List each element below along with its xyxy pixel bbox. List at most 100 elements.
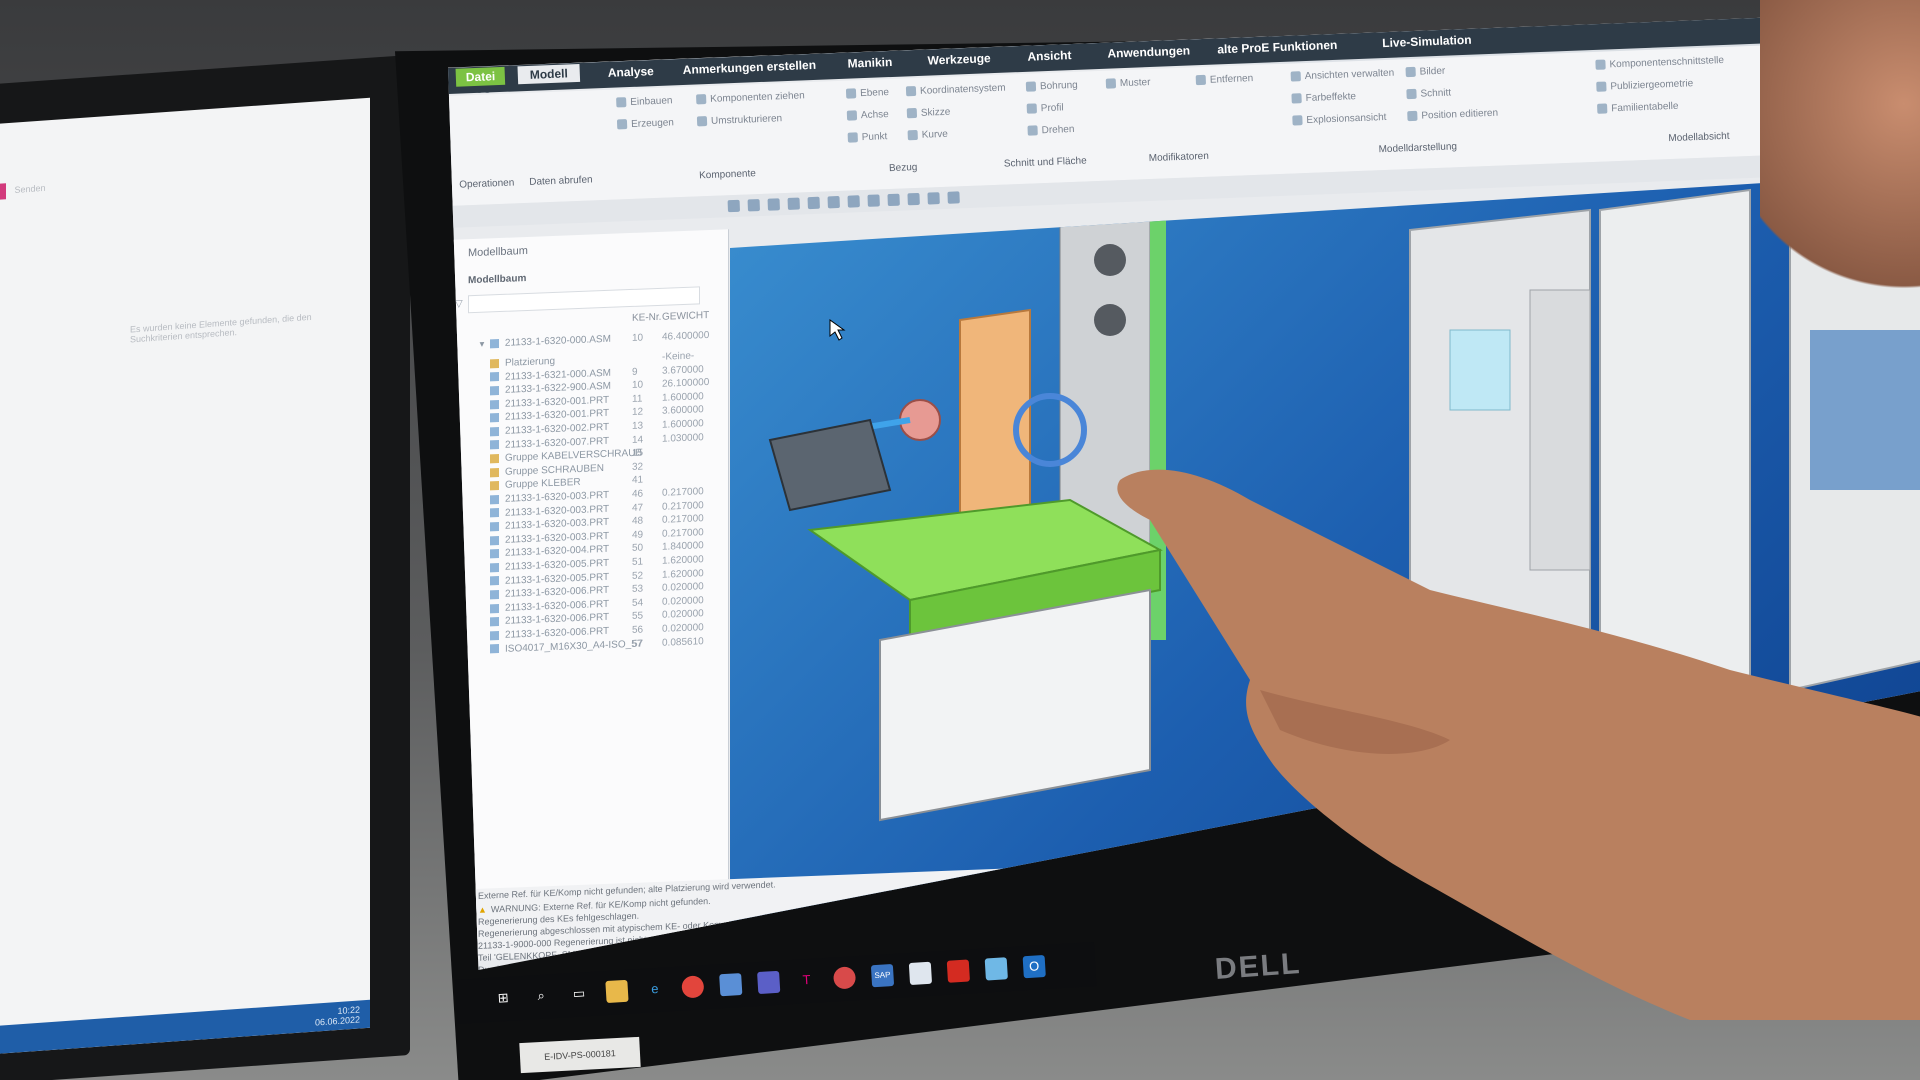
search-icon[interactable]: ⌕ bbox=[529, 984, 552, 1007]
tree-row[interactable]: 21133-1-6320-003.PRT bbox=[490, 517, 609, 533]
drehen-button[interactable]: Drehen bbox=[1027, 124, 1075, 137]
punkt-button[interactable]: Punkt bbox=[847, 131, 888, 144]
explode-view-icon bbox=[1292, 115, 1303, 126]
muster-button[interactable]: Muster bbox=[1105, 77, 1151, 90]
position-editieren-button[interactable]: Position editieren bbox=[1407, 108, 1498, 122]
tree-row[interactable]: 21133-1-6320-005.PRT bbox=[490, 571, 609, 587]
tree-row[interactable]: 21133-1-6320-006.PRT bbox=[490, 585, 609, 601]
group-bezug[interactable]: Bezug bbox=[889, 162, 918, 174]
bilder-button[interactable]: Bilder bbox=[1405, 66, 1445, 79]
tree-row[interactable]: ISO4017_M16X30_A4-ISO_57 bbox=[490, 638, 642, 655]
kurve-button[interactable]: Kurve bbox=[907, 128, 949, 142]
tree-row-label: Platzierung bbox=[505, 355, 556, 369]
tree-row[interactable]: 21133-1-6320-003.PRT bbox=[490, 503, 609, 519]
windows-start-icon[interactable]: ⊞ bbox=[492, 987, 515, 1010]
publiziergeometrie-label: Publiziergeometrie bbox=[1610, 78, 1694, 93]
umstrukturieren-button[interactable]: Umstrukturieren bbox=[696, 113, 782, 127]
tree-row[interactable]: 21133-1-6320-003.PRT bbox=[490, 531, 609, 547]
kurve-label: Kurve bbox=[921, 128, 949, 141]
familientabelle-button[interactable]: Familientabelle bbox=[1597, 101, 1679, 115]
tree-row-label: 21133-1-6320-001.PRT bbox=[505, 394, 610, 410]
tree-row[interactable]: 21133-1-6320-002.PRT bbox=[490, 422, 609, 438]
schnitt-button[interactable]: Schnitt bbox=[1406, 87, 1451, 100]
tree-row-label: 21133-1-6320-006.PRT bbox=[505, 584, 610, 600]
tree-row[interactable]: 21133-1-6320-006.PRT bbox=[490, 599, 609, 615]
part-icon bbox=[490, 549, 499, 559]
tab-live-simulation[interactable]: Live-Simulation bbox=[1382, 33, 1472, 50]
chrome-icon[interactable] bbox=[681, 975, 705, 999]
group-modelldarstellung[interactable]: Modelldarstellung bbox=[1378, 141, 1457, 155]
group-operationen[interactable]: Operationen bbox=[459, 177, 514, 190]
tab-anmerkungen[interactable]: Anmerkungen erstellen bbox=[682, 58, 816, 77]
model-tree-tab[interactable]: Modellbaum bbox=[468, 245, 528, 259]
part-icon bbox=[490, 630, 499, 641]
tree-root[interactable]: ▼ 21133-1-6320-000.ASM bbox=[478, 334, 611, 350]
koordinatensystem-button[interactable]: Koordinatensystem bbox=[905, 83, 1006, 98]
komponentenschnittstelle-button[interactable]: Komponentenschnittstelle bbox=[1595, 55, 1724, 71]
erzeugen-button[interactable]: Erzeugen bbox=[616, 117, 674, 130]
entfernen-button[interactable]: Entfernen bbox=[1195, 73, 1253, 86]
familientabelle-label: Familientabelle bbox=[1611, 100, 1679, 115]
column-gewicht[interactable]: GEWICHT bbox=[662, 310, 709, 323]
tab-datei[interactable]: Datei bbox=[455, 66, 506, 87]
tree-row[interactable]: 21133-1-6320-006.PRT bbox=[490, 626, 609, 642]
tree-row-kenr: 51 bbox=[632, 556, 644, 568]
group-daten-abrufen[interactable]: Daten abrufen bbox=[529, 174, 593, 187]
tree-row[interactable]: Gruppe SCHRAUBEN bbox=[490, 463, 604, 478]
group-komponente[interactable]: Komponente bbox=[699, 168, 756, 181]
einbauen-button[interactable]: Einbauen bbox=[616, 95, 673, 108]
ebene-button[interactable]: Ebene bbox=[845, 87, 889, 100]
ansichten-verwalten-button[interactable]: Ansichten verwalten bbox=[1290, 68, 1394, 83]
tree-row[interactable]: 21133-1-6320-001.PRT bbox=[490, 408, 609, 424]
tab-ansicht[interactable]: Ansicht bbox=[1027, 48, 1072, 64]
tab-anwendungen[interactable]: Anwendungen bbox=[1107, 43, 1190, 60]
tree-row[interactable]: Gruppe KABELVERSCHRAUB bbox=[490, 448, 642, 465]
tree-row[interactable]: 21133-1-6320-003.PRT bbox=[490, 490, 609, 506]
tab-werkzeuge[interactable]: Werkzeuge bbox=[927, 51, 991, 67]
camera-icon[interactable] bbox=[832, 966, 857, 990]
creo-icon[interactable] bbox=[984, 957, 1008, 981]
motor-housing bbox=[768, 418, 892, 512]
tree-row-weight: 1.620000 bbox=[662, 567, 704, 581]
column-kenr[interactable]: KE-Nr. bbox=[632, 312, 661, 324]
tree-row-label: 21133-1-6320-003.PRT bbox=[505, 516, 610, 532]
explosionsansicht-button[interactable]: Explosionsansicht bbox=[1292, 112, 1387, 127]
group-modifikatoren[interactable]: Modifikatoren bbox=[1149, 151, 1209, 164]
tree-row-kenr: 55 bbox=[632, 610, 644, 623]
tree-row[interactable]: Platzierung bbox=[490, 356, 555, 369]
komponenten-ziehen-button[interactable]: Komponenten ziehen bbox=[696, 90, 805, 105]
profil-button[interactable]: Profil bbox=[1026, 102, 1064, 114]
publiziergeometrie-button[interactable]: Publiziergeometrie bbox=[1596, 78, 1693, 93]
tab-modell[interactable]: Modell bbox=[517, 63, 581, 85]
tab-manikin[interactable]: Manikin bbox=[847, 55, 892, 71]
skizze-button[interactable]: Skizze bbox=[906, 107, 951, 120]
acrobat-icon[interactable] bbox=[946, 959, 970, 983]
tab-alte-proe[interactable]: alte ProE Funktionen bbox=[1217, 38, 1337, 57]
farbeffekte-button[interactable]: Farbeffekte bbox=[1291, 91, 1356, 104]
color-effects-icon bbox=[1291, 93, 1302, 104]
notepad-icon[interactable] bbox=[908, 961, 933, 986]
tree-row[interactable]: Gruppe KLEBER bbox=[490, 477, 581, 491]
onenote-icon[interactable] bbox=[719, 973, 743, 997]
group-schnitt-flaeche[interactable]: Schnitt und Fläche bbox=[1004, 155, 1087, 169]
file-explorer-icon[interactable] bbox=[605, 979, 629, 1004]
task-view-icon[interactable]: ▭ bbox=[567, 982, 590, 1005]
sap-icon[interactable]: SAP bbox=[870, 964, 895, 988]
telekom-icon[interactable]: T bbox=[795, 969, 818, 992]
tree-row[interactable]: 21133-1-6320-007.PRT bbox=[490, 435, 609, 451]
tree-row[interactable]: 21133-1-6320-006.PRT bbox=[490, 612, 609, 628]
tree-row[interactable]: 21133-1-6320-001.PRT bbox=[490, 395, 609, 411]
porthole-bottom bbox=[1094, 304, 1126, 336]
outlook-icon[interactable]: O bbox=[1022, 954, 1046, 979]
tab-analyse[interactable]: Analyse bbox=[608, 64, 655, 80]
model-tree-search[interactable]: ▽ bbox=[455, 286, 700, 314]
tree-row[interactable]: 21133-1-6320-005.PRT bbox=[490, 558, 609, 574]
group-modellabsicht[interactable]: Modellabsicht bbox=[1668, 131, 1730, 144]
tree-row[interactable]: 21133-1-6320-004.PRT bbox=[490, 544, 609, 560]
left-ribbon-button[interactable]: Senden bbox=[0, 180, 46, 201]
edge-icon[interactable]: e bbox=[643, 978, 666, 1001]
bohrung-button[interactable]: Bohrung bbox=[1025, 80, 1078, 93]
achse-button[interactable]: Achse bbox=[846, 109, 889, 122]
tree-row-weight: 0.085610 bbox=[662, 635, 704, 649]
teams-icon[interactable] bbox=[757, 970, 781, 995]
